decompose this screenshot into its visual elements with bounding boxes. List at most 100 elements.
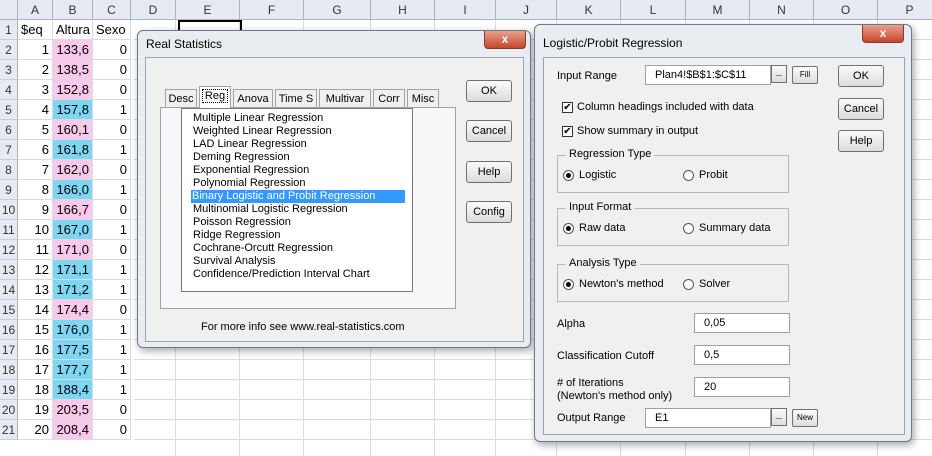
row-header-10[interactable]: 10: [0, 200, 18, 220]
list-item[interactable]: Binary Logistic and Probit Regression: [191, 190, 405, 203]
input-range-field[interactable]: Plan4!$B$1:$C$11: [645, 65, 771, 85]
data-cell[interactable]: 0: [93, 160, 131, 180]
ok-button[interactable]: OK: [838, 65, 884, 87]
solver-radio[interactable]: [683, 279, 694, 290]
data-cell[interactable]: 166,0: [53, 180, 93, 200]
tab-desc[interactable]: Desc: [165, 89, 197, 108]
data-cell[interactable]: 7: [18, 160, 53, 180]
list-item[interactable]: Weighted Linear Regression: [192, 125, 333, 138]
alpha-field[interactable]: 0,05: [694, 313, 790, 333]
data-cell[interactable]: 1: [93, 360, 131, 380]
list-item[interactable]: LAD Linear Regression: [192, 138, 308, 151]
classification-cutoff-field[interactable]: 0,5: [694, 345, 790, 365]
list-item[interactable]: Multinomial Logistic Regression: [192, 203, 349, 216]
ok-button[interactable]: OK: [466, 80, 512, 102]
tab-corr[interactable]: Corr: [373, 89, 405, 108]
logistic-radio[interactable]: [563, 170, 574, 181]
row-header-19[interactable]: 19: [0, 380, 18, 400]
data-cell[interactable]: 0: [93, 400, 131, 420]
output-range-field[interactable]: E1: [645, 408, 771, 428]
tab-multivar[interactable]: Multivar: [319, 89, 371, 108]
column-header-m[interactable]: M: [686, 0, 750, 20]
select-all-corner[interactable]: [0, 0, 18, 20]
column-header-f[interactable]: F: [240, 0, 304, 20]
data-cell[interactable]: 188,4: [53, 380, 93, 400]
tab-time-s[interactable]: Time S: [275, 89, 317, 108]
data-cell[interactable]: 20: [18, 420, 53, 440]
show-summary-checkbox[interactable]: ✔: [562, 126, 573, 137]
data-cell[interactable]: 11: [18, 240, 53, 260]
data-cell[interactable]: 0: [93, 120, 131, 140]
column-header-d[interactable]: D: [131, 0, 176, 20]
data-cell[interactable]: 19: [18, 400, 53, 420]
cancel-button[interactable]: Cancel: [466, 120, 512, 142]
data-cell[interactable]: 157,8: [53, 100, 93, 120]
row-header-11[interactable]: 11: [0, 220, 18, 240]
row-header-15[interactable]: 15: [0, 300, 18, 320]
new-button[interactable]: New: [792, 409, 818, 427]
data-cell[interactable]: 1: [93, 180, 131, 200]
data-cell[interactable]: 1: [18, 40, 53, 60]
data-cell[interactable]: 0: [93, 60, 131, 80]
data-cell[interactable]: 1: [93, 260, 131, 280]
summary-data-radio[interactable]: [683, 223, 694, 234]
row-header-9[interactable]: 9: [0, 180, 18, 200]
data-cell[interactable]: 166,7: [53, 200, 93, 220]
data-cell[interactable]: 1: [93, 220, 131, 240]
row-header-20[interactable]: 20: [0, 400, 18, 420]
data-cell[interactable]: 176,0: [53, 320, 93, 340]
data-cell[interactable]: 208,4: [53, 420, 93, 440]
row-header-4[interactable]: 4: [0, 80, 18, 100]
column-header-j[interactable]: J: [496, 0, 557, 20]
row-header-8[interactable]: 8: [0, 160, 18, 180]
list-item[interactable]: Polynomial Regression: [192, 177, 307, 190]
row-header-21[interactable]: 21: [0, 420, 18, 440]
data-cell[interactable]: 171,2: [53, 280, 93, 300]
output-range-collapse-button[interactable]: _: [771, 408, 787, 426]
data-cell[interactable]: 152,8: [53, 80, 93, 100]
data-cell[interactable]: 4: [18, 100, 53, 120]
list-item[interactable]: Ridge Regression: [192, 229, 281, 242]
data-cell[interactable]: 160,1: [53, 120, 93, 140]
data-cell[interactable]: 16: [18, 340, 53, 360]
list-item[interactable]: Cochrane-Orcutt Regression: [192, 242, 334, 255]
data-cell[interactable]: 161,8: [53, 140, 93, 160]
data-cell[interactable]: 5: [18, 120, 53, 140]
data-cell[interactable]: 177,7: [53, 360, 93, 380]
data-cell[interactable]: 174,4: [53, 300, 93, 320]
data-cell[interactable]: 1: [93, 280, 131, 300]
raw-data-radio[interactable]: [563, 223, 574, 234]
iterations-field[interactable]: 20: [694, 377, 790, 397]
data-cell[interactable]: 17: [18, 360, 53, 380]
column-header-e[interactable]: E: [176, 0, 240, 20]
column-headings-checkbox[interactable]: ✔: [562, 102, 573, 113]
data-cell[interactable]: 171,1: [53, 260, 93, 280]
row-header-6[interactable]: 6: [0, 120, 18, 140]
column-header-g[interactable]: G: [304, 0, 371, 20]
data-cell[interactable]: 2: [18, 60, 53, 80]
row-header-7[interactable]: 7: [0, 140, 18, 160]
help-button[interactable]: Help: [838, 130, 884, 152]
fill-button[interactable]: Fill: [792, 66, 818, 84]
column-header-b[interactable]: B: [53, 0, 93, 20]
data-cell[interactable]: 8: [18, 180, 53, 200]
row-header-5[interactable]: 5: [0, 100, 18, 120]
list-item[interactable]: Multiple Linear Regression: [192, 112, 324, 125]
tab-reg[interactable]: Reg: [199, 86, 231, 108]
data-cell[interactable]: 0: [93, 300, 131, 320]
row-header-13[interactable]: 13: [0, 260, 18, 280]
data-cell[interactable]: 133,6: [53, 40, 93, 60]
config-button[interactable]: Config: [466, 201, 512, 223]
row-header-2[interactable]: 2: [0, 40, 18, 60]
data-cell[interactable]: 12: [18, 260, 53, 280]
data-cell[interactable]: 1: [93, 320, 131, 340]
column-header-h[interactable]: H: [371, 0, 435, 20]
close-button[interactable]: x: [862, 25, 904, 43]
list-item[interactable]: Deming Regression: [192, 151, 291, 164]
data-cell[interactable]: 162,0: [53, 160, 93, 180]
data-cell[interactable]: 0: [93, 80, 131, 100]
data-cell[interactable]: 10: [18, 220, 53, 240]
data-cell[interactable]: 1: [93, 340, 131, 360]
column-header-o[interactable]: O: [814, 0, 878, 20]
cell-header[interactable]: Sexo: [93, 20, 131, 40]
